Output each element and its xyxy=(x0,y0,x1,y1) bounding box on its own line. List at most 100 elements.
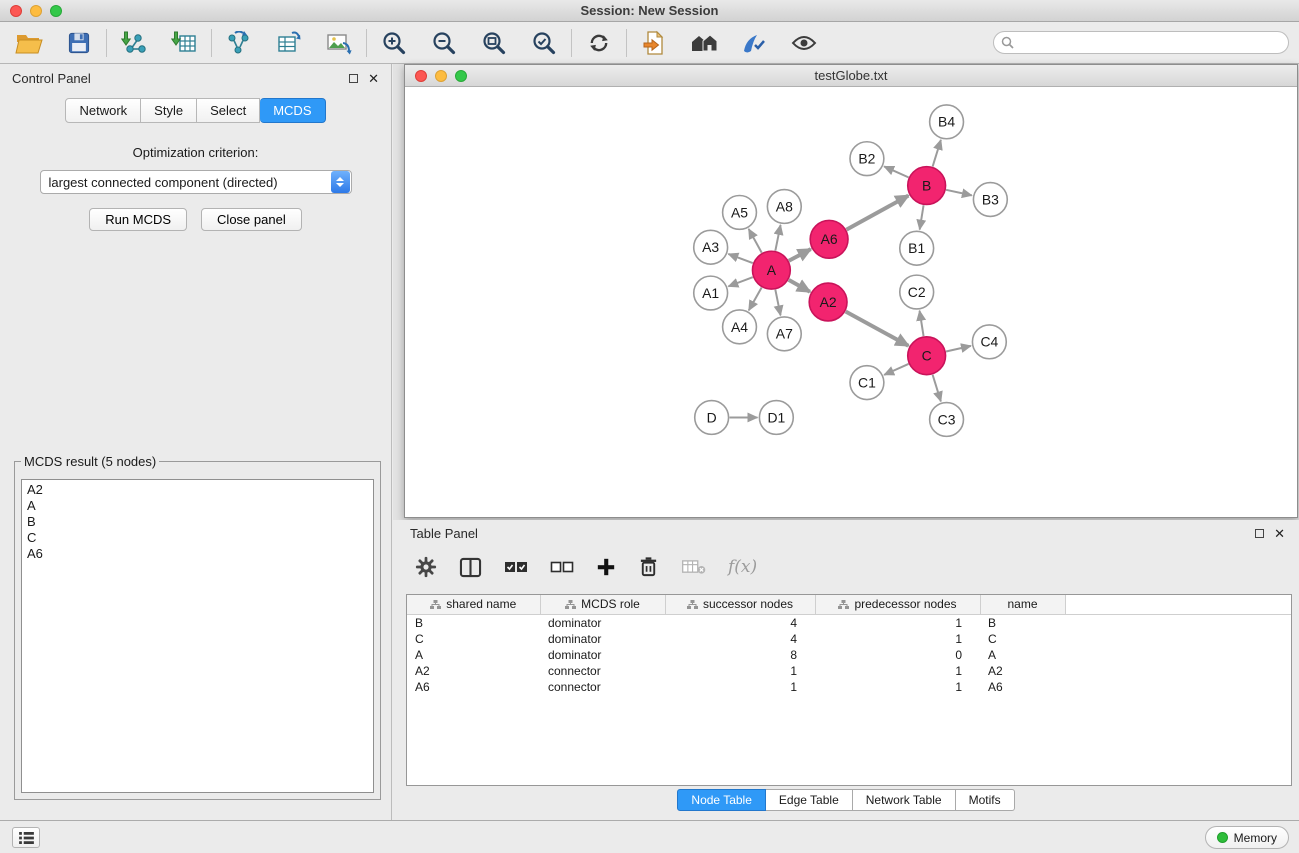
paint-style-icon[interactable] xyxy=(739,28,769,58)
close-window-icon[interactable] xyxy=(10,5,22,17)
graph-edge-B-B3[interactable] xyxy=(946,190,972,196)
table-row[interactable]: Adominator80A xyxy=(407,647,1291,663)
graph-node-C3[interactable]: C3 xyxy=(930,403,964,437)
graph-edge-C-C1[interactable] xyxy=(884,364,908,375)
table-row[interactable]: Cdominator41C xyxy=(407,631,1291,647)
graph-edge-A-A4[interactable] xyxy=(749,287,762,310)
graph-node-D[interactable]: D xyxy=(695,401,729,435)
float-table-panel-icon[interactable] xyxy=(1255,529,1264,538)
graph-edge-A-A8[interactable] xyxy=(775,225,780,251)
float-panel-icon[interactable] xyxy=(349,74,358,83)
export-image-icon[interactable] xyxy=(324,28,354,58)
column-header-successor-nodes[interactable]: successor nodes xyxy=(665,595,815,614)
column-header-mcds-role[interactable]: MCDS role xyxy=(540,595,665,614)
show-columns-icon[interactable] xyxy=(459,557,482,578)
open-session-icon[interactable] xyxy=(14,28,44,58)
network-close-icon[interactable] xyxy=(415,70,427,82)
graph-edge-A-A1[interactable] xyxy=(728,277,752,286)
graph-node-C4[interactable]: C4 xyxy=(972,325,1006,359)
column-header-shared-name[interactable]: shared name xyxy=(407,595,540,614)
tab-motifs[interactable]: Motifs xyxy=(956,789,1015,811)
graph-edge-A-A3[interactable] xyxy=(728,254,752,263)
network-canvas[interactable]: B4B2BB3A8A5A6A3B1AC2A1A2A4A7C4CC1C3DD1 xyxy=(405,88,1297,517)
graph-node-A7[interactable]: A7 xyxy=(767,317,801,351)
close-panel-icon[interactable]: ✕ xyxy=(368,74,379,83)
table-row[interactable]: Bdominator41B xyxy=(407,614,1291,631)
tab-edge-table[interactable]: Edge Table xyxy=(766,789,853,811)
graph-edge-B-B2[interactable] xyxy=(884,166,908,177)
graph-edge-A6-B[interactable] xyxy=(847,196,909,230)
graph-edge-A-A6[interactable] xyxy=(789,249,811,261)
home-icon[interactable] xyxy=(689,28,719,58)
graph-node-B2[interactable]: B2 xyxy=(850,142,884,176)
graph-node-B1[interactable]: B1 xyxy=(900,231,934,265)
add-column-icon[interactable] xyxy=(596,557,616,577)
mcds-result-list[interactable]: A2 A B C A6 xyxy=(21,479,374,793)
delete-column-icon[interactable] xyxy=(638,556,659,578)
clone-network-icon[interactable] xyxy=(224,28,254,58)
tab-network[interactable]: Network xyxy=(65,98,141,123)
open-document-icon[interactable] xyxy=(639,28,669,58)
table-row[interactable]: A2connector11A2 xyxy=(407,663,1291,679)
select-all-columns-icon[interactable] xyxy=(504,560,528,574)
graph-node-A8[interactable]: A8 xyxy=(767,190,801,224)
graph-edge-C-C2[interactable] xyxy=(920,311,924,336)
close-panel-button[interactable]: Close panel xyxy=(201,208,302,231)
run-mcds-button[interactable]: Run MCDS xyxy=(89,208,187,231)
column-header-predecessor-nodes[interactable]: predecessor nodes xyxy=(815,595,980,614)
zoom-window-icon[interactable] xyxy=(50,5,62,17)
list-item[interactable]: A xyxy=(27,498,368,514)
tab-mcds[interactable]: MCDS xyxy=(260,98,325,123)
graph-node-A6[interactable]: A6 xyxy=(810,220,848,258)
list-item[interactable]: C xyxy=(27,530,368,546)
graph-node-A[interactable]: A xyxy=(752,251,790,289)
table-row[interactable]: A6connector11A6 xyxy=(407,679,1291,695)
import-network-icon[interactable] xyxy=(119,28,149,58)
graph-node-B3[interactable]: B3 xyxy=(973,183,1007,217)
list-item[interactable]: A2 xyxy=(27,482,368,498)
graph-node-A4[interactable]: A4 xyxy=(723,310,757,344)
list-item[interactable]: A6 xyxy=(27,546,368,562)
graph-edge-B-B4[interactable] xyxy=(933,140,941,167)
graph-edge-C-C3[interactable] xyxy=(933,375,941,402)
graph-edge-C-C4[interactable] xyxy=(946,346,971,352)
tab-style[interactable]: Style xyxy=(141,98,197,123)
graph-edge-A-A5[interactable] xyxy=(749,229,762,253)
minimize-window-icon[interactable] xyxy=(30,5,42,17)
clone-table-icon[interactable] xyxy=(274,28,304,58)
graph-edge-A-A7[interactable] xyxy=(775,290,780,316)
tab-select[interactable]: Select xyxy=(197,98,260,123)
tab-node-table[interactable]: Node Table xyxy=(677,789,766,811)
unselect-all-columns-icon[interactable] xyxy=(550,560,574,574)
graph-node-A1[interactable]: A1 xyxy=(694,276,728,310)
network-window-titlebar[interactable]: testGlobe.txt xyxy=(405,65,1297,87)
column-header-name[interactable]: name xyxy=(980,595,1065,614)
delete-table-icon[interactable] xyxy=(681,559,706,575)
task-history-icon[interactable] xyxy=(12,827,40,848)
table-settings-gear-icon[interactable] xyxy=(415,556,437,578)
graph-node-C2[interactable]: C2 xyxy=(900,275,934,309)
graph-edge-B-B1[interactable] xyxy=(920,205,924,229)
network-zoom-icon[interactable] xyxy=(455,70,467,82)
zoom-in-icon[interactable] xyxy=(379,28,409,58)
close-table-panel-icon[interactable]: ✕ xyxy=(1274,529,1285,538)
optimization-criterion-dropdown[interactable]: largest connected component (directed) xyxy=(40,170,352,194)
zoom-fit-icon[interactable] xyxy=(479,28,509,58)
refresh-view-icon[interactable] xyxy=(584,28,614,58)
graph-node-A3[interactable]: A3 xyxy=(694,230,728,264)
zoom-selected-icon[interactable] xyxy=(529,28,559,58)
graph-edge-A-A2[interactable] xyxy=(789,280,810,292)
graph-node-C1[interactable]: C1 xyxy=(850,366,884,400)
zoom-out-icon[interactable] xyxy=(429,28,459,58)
function-builder-icon[interactable]: f(x) xyxy=(728,557,757,577)
graph-node-A2[interactable]: A2 xyxy=(809,283,847,321)
graph-node-B4[interactable]: B4 xyxy=(930,105,964,139)
graph-node-C[interactable]: C xyxy=(908,337,946,375)
graph-edge-A2-C[interactable] xyxy=(846,312,909,346)
list-item[interactable]: B xyxy=(27,514,368,530)
network-minimize-icon[interactable] xyxy=(435,70,447,82)
graph-node-D1[interactable]: D1 xyxy=(759,401,793,435)
graph-node-B[interactable]: B xyxy=(908,167,946,205)
memory-button[interactable]: Memory xyxy=(1205,826,1289,849)
import-table-icon[interactable] xyxy=(169,28,199,58)
